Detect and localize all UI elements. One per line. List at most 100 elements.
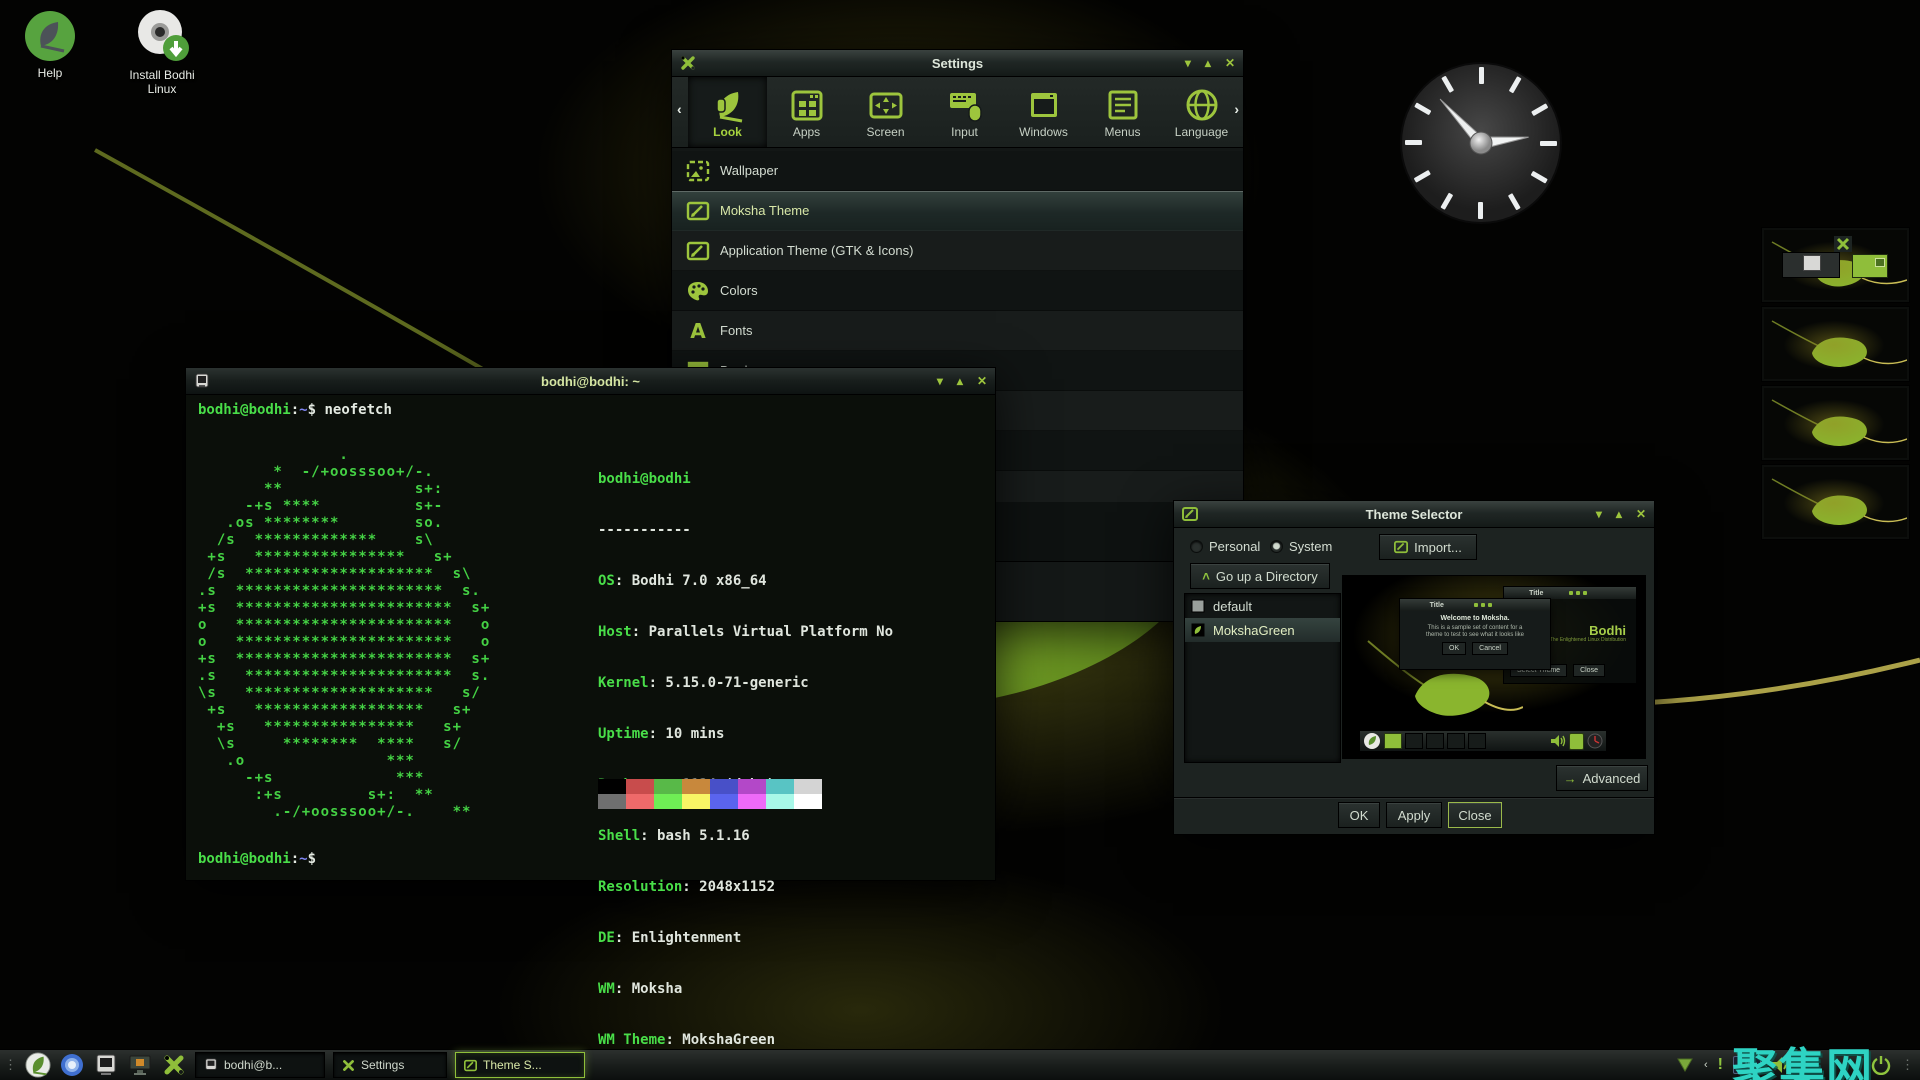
tab-menus[interactable]: Menus — [1083, 77, 1162, 147]
theme-brush-icon — [686, 239, 710, 263]
windows-icon — [1024, 85, 1064, 125]
preview-shelf — [1359, 730, 1607, 752]
desktop-icon-help[interactable]: Help — [18, 10, 82, 80]
settings-window-title: Settings — [672, 56, 1243, 71]
theme-icon — [464, 1059, 477, 1072]
apps-icon — [787, 85, 827, 125]
install-disc-icon — [134, 8, 190, 64]
radio-personal[interactable]: Personal — [1190, 539, 1260, 558]
settings-wrench-icon — [680, 55, 696, 71]
settings-titlebar[interactable]: Settings ▾ ▴ ✕ — [672, 50, 1243, 77]
desktop-icon-label: Help — [18, 66, 82, 80]
settings-wrench-icon — [342, 1059, 355, 1072]
radio-system-dot — [1270, 540, 1283, 553]
import-theme-icon — [1394, 540, 1408, 554]
neofetch-ascii-logo: . * -/+oosssoo+/-. ** s+: -+s **** s+- .… — [198, 447, 490, 821]
settings-item-colors[interactable]: Colors — [672, 271, 1243, 311]
pager-mini-window-terminal — [1782, 252, 1840, 278]
tray-collapse-icon[interactable]: ‹ — [1704, 1059, 1708, 1071]
wallpaper-icon — [686, 159, 710, 183]
help-leaf-icon — [24, 10, 76, 62]
ok-button[interactable]: OK — [1338, 802, 1380, 828]
terminal-launcher[interactable] — [93, 1052, 119, 1078]
radio-personal-dot — [1190, 540, 1203, 553]
bodhi-menu-button[interactable] — [25, 1052, 51, 1078]
preview-dialog-heading: Welcome to Moksha. — [1400, 615, 1550, 622]
import-button[interactable]: Import... — [1379, 534, 1477, 560]
tab-language[interactable]: Language — [1162, 77, 1241, 147]
tray-handle-icon[interactable]: ⋮ — [1901, 1057, 1914, 1073]
preview-shelf-speaker-icon — [1550, 734, 1566, 748]
theme-selector-window: Theme Selector ▾ ▴ ✕ Personal System Imp… — [1173, 500, 1655, 835]
tab-windows[interactable]: Windows — [1004, 77, 1083, 147]
minimize-icon[interactable]: ▾ — [1185, 57, 1191, 69]
go-up-directory-button[interactable]: ˄ Go up a Directory — [1190, 563, 1330, 589]
toolbar-scroll-left-icon[interactable]: ‹ — [677, 101, 682, 117]
menus-icon — [1103, 85, 1143, 125]
maximize-icon[interactable]: ▴ — [957, 375, 963, 387]
taskbar-task-terminal[interactable]: bodhi@b... — [195, 1052, 325, 1078]
neofetch-underline: ----------- — [598, 522, 893, 539]
taskbar-task-settings[interactable]: Settings — [333, 1052, 447, 1078]
updates-alert-icon[interactable]: ! — [1718, 1056, 1723, 1074]
close-icon[interactable]: ✕ — [1225, 57, 1235, 69]
mokshagreen-theme-icon — [1191, 623, 1205, 637]
settings-launcher[interactable] — [161, 1052, 187, 1078]
close-icon[interactable]: ✕ — [1636, 508, 1646, 520]
terminal-titlebar[interactable]: bodhi@bodhi: ~ ▾ ▴ ✕ — [186, 368, 995, 395]
theme-item-default[interactable]: default — [1185, 594, 1340, 618]
neofetch-header: bodhi@bodhi — [598, 471, 893, 488]
terminal-body[interactable]: bodhi@bodhi:~$ neofetch . * -/+oosssoo+/… — [186, 395, 995, 880]
theme-list: default MokshaGreen — [1184, 593, 1341, 763]
pager-desk-2[interactable] — [1762, 307, 1909, 381]
theme-preview-pane: Title Bodhi The Enlightened Linux Distri… — [1342, 575, 1646, 759]
terminal-icon — [204, 1058, 218, 1072]
taskbar-task-theme-selector[interactable]: Theme S... — [455, 1052, 585, 1078]
network-icon[interactable] — [1676, 1057, 1694, 1073]
pager-desk-4[interactable] — [1762, 465, 1909, 539]
bodhi-leaf-icon — [25, 1051, 51, 1079]
analog-clock[interactable] — [1395, 57, 1567, 229]
theme-item-mokshagreen[interactable]: MokshaGreen — [1185, 618, 1340, 642]
clock-hub — [1470, 132, 1492, 154]
settings-item-application-theme[interactable]: Application Theme (GTK & Icons) — [672, 231, 1243, 271]
maximize-icon[interactable]: ▴ — [1616, 508, 1622, 520]
terminal-icon — [94, 1053, 118, 1077]
browser-launcher[interactable] — [59, 1052, 85, 1078]
taskbar: ⋮ — [0, 1049, 1920, 1080]
pager-desk-3[interactable] — [1762, 386, 1909, 460]
settings-toolbar: ‹ › Look Apps Screen Input — [672, 77, 1243, 148]
tab-apps[interactable]: Apps — [767, 77, 846, 147]
tab-look[interactable]: Look — [688, 77, 767, 147]
tab-screen[interactable]: Screen — [846, 77, 925, 147]
minimize-icon[interactable]: ▾ — [937, 375, 943, 387]
power-icon[interactable] — [1871, 1055, 1891, 1075]
terminal-prompt-line: bodhi@bodhi:~$ neofetch — [198, 402, 392, 419]
shelf-handle-icon[interactable]: ⋮ — [4, 1057, 17, 1073]
watermark-text: 聚集网 — [1732, 1034, 1873, 1080]
theme-brush-icon — [686, 199, 710, 223]
preview-dialog-cancel: Cancel — [1472, 642, 1508, 655]
terminal-icon — [194, 373, 210, 389]
terminal-window-title: bodhi@bodhi: ~ — [186, 374, 995, 389]
settings-item-fonts[interactable]: A Fonts — [672, 311, 1243, 351]
close-icon[interactable]: ✕ — [977, 375, 987, 387]
tab-input[interactable]: Input — [925, 77, 1004, 147]
desktop-icon-install[interactable]: Install Bodhi Linux — [116, 8, 208, 96]
preview-shelf-battery-icon — [1569, 733, 1584, 750]
settings-item-moksha-theme[interactable]: Moksha Theme — [672, 191, 1243, 231]
settings-item-wallpaper[interactable]: Wallpaper — [672, 151, 1243, 191]
advanced-button[interactable]: → Advanced — [1556, 765, 1648, 791]
apply-button[interactable]: Apply — [1386, 802, 1442, 828]
preview-shelf-leaf-icon — [1363, 732, 1381, 750]
input-icon — [945, 85, 985, 125]
theme-selector-titlebar[interactable]: Theme Selector ▾ ▴ ✕ — [1174, 501, 1654, 528]
radio-system[interactable]: System — [1270, 539, 1332, 558]
maximize-icon[interactable]: ▴ — [1205, 57, 1211, 69]
minimize-icon[interactable]: ▾ — [1596, 508, 1602, 520]
theme-selector-title: Theme Selector — [1174, 507, 1654, 522]
close-button[interactable]: Close — [1448, 802, 1502, 828]
files-launcher[interactable] — [127, 1052, 153, 1078]
pager-desk-1[interactable] — [1762, 228, 1909, 302]
pager-mini-window-theme — [1852, 254, 1888, 278]
